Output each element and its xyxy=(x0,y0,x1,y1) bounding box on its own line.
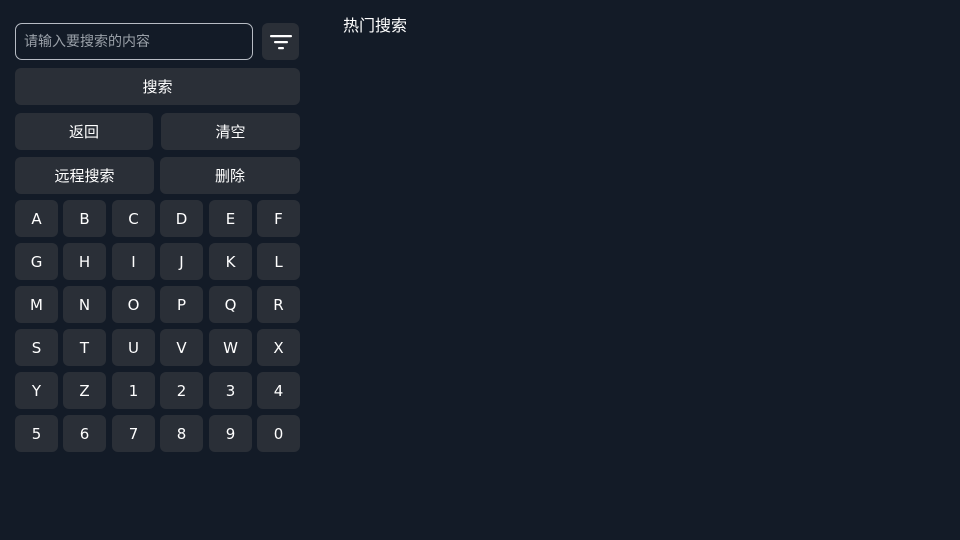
key-e[interactable]: E xyxy=(209,200,252,237)
clear-button[interactable]: 清空 xyxy=(161,113,300,150)
key-n[interactable]: N xyxy=(63,286,106,323)
key-3[interactable]: 3 xyxy=(209,372,252,409)
key-0[interactable]: 0 xyxy=(257,415,300,452)
key-g[interactable]: G xyxy=(15,243,58,280)
key-c[interactable]: C xyxy=(112,200,155,237)
search-page: 搜索 返回 清空 远程搜索 删除 ABCDEF GHIJKL MNOPQR STUVW… xyxy=(0,0,960,540)
key-i[interactable]: I xyxy=(112,243,155,280)
key-h[interactable]: H xyxy=(63,243,106,280)
hot-search-title: 热门搜索 xyxy=(343,16,408,35)
filter-button[interactable] xyxy=(262,23,299,60)
key-x[interactable]: X xyxy=(257,329,300,366)
key-z[interactable]: Z xyxy=(63,372,106,409)
key-d[interactable]: D xyxy=(160,200,203,237)
key-y[interactable]: Y xyxy=(15,372,58,409)
key-o[interactable]: O xyxy=(112,286,155,323)
key-4[interactable]: 4 xyxy=(257,372,300,409)
key-l[interactable]: L xyxy=(257,243,300,280)
key-m[interactable]: M xyxy=(15,286,58,323)
key-s[interactable]: S xyxy=(15,329,58,366)
key-5[interactable]: 5 xyxy=(15,415,58,452)
search-input[interactable] xyxy=(15,23,253,60)
key-k[interactable]: K xyxy=(209,243,252,280)
key-6[interactable]: 6 xyxy=(63,415,106,452)
key-2[interactable]: 2 xyxy=(160,372,203,409)
key-f[interactable]: F xyxy=(257,200,300,237)
key-r[interactable]: R xyxy=(257,286,300,323)
key-7[interactable]: 7 xyxy=(112,415,155,452)
key-v[interactable]: V xyxy=(160,329,203,366)
key-a[interactable]: A xyxy=(15,200,58,237)
key-8[interactable]: 8 xyxy=(160,415,203,452)
key-9[interactable]: 9 xyxy=(209,415,252,452)
delete-button[interactable]: 删除 xyxy=(160,157,300,194)
key-1[interactable]: 1 xyxy=(112,372,155,409)
key-p[interactable]: P xyxy=(160,286,203,323)
key-j[interactable]: J xyxy=(160,243,203,280)
key-u[interactable]: U xyxy=(112,329,155,366)
key-t[interactable]: T xyxy=(63,329,106,366)
remote-search-button[interactable]: 远程搜索 xyxy=(15,157,154,194)
search-button[interactable]: 搜索 xyxy=(15,68,300,105)
back-button[interactable]: 返回 xyxy=(15,113,153,150)
key-b[interactable]: B xyxy=(63,200,106,237)
key-w[interactable]: W xyxy=(209,329,252,366)
filter-icon xyxy=(269,32,293,52)
key-q[interactable]: Q xyxy=(209,286,252,323)
